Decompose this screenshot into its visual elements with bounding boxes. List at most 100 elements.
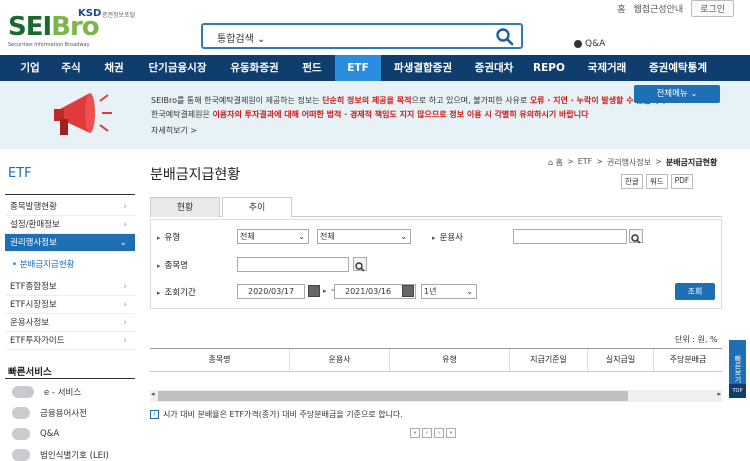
breadcrumb-home[interactable]: ⌂ 홈 bbox=[548, 157, 563, 168]
type-select-2[interactable]: 전체 ⌄ bbox=[317, 229, 411, 244]
nav-item-stock[interactable]: 주식 bbox=[49, 55, 93, 81]
col-type[interactable]: 유형 bbox=[390, 349, 510, 371]
page-first-button[interactable]: « bbox=[410, 428, 420, 438]
type-select-1[interactable]: 전체 ⌄ bbox=[237, 229, 309, 244]
search-category-select[interactable]: 통합검색 ⌄ bbox=[217, 30, 265, 45]
breadcrumb: ⌂ 홈 > ETF > 권리행사정보 > 분배금지급현황 bbox=[548, 157, 718, 168]
logo-tagline: Securities Information Broadway bbox=[8, 42, 90, 48]
ksd-label: KSD bbox=[78, 8, 102, 19]
date-from-input[interactable]: 2020/03/17 bbox=[237, 284, 305, 299]
page-next-button[interactable]: › bbox=[434, 428, 444, 438]
nav-item-lending[interactable]: 증권대차 bbox=[465, 55, 523, 81]
nav-item-derivative[interactable]: 파생결합증권 bbox=[381, 55, 465, 81]
sidebar-divider bbox=[5, 194, 135, 195]
tab-status[interactable]: 현황 bbox=[150, 197, 220, 217]
period-select[interactable]: 1년 ⌄ bbox=[421, 284, 477, 299]
login-button[interactable]: 로그인 bbox=[691, 0, 734, 17]
more-link[interactable]: 자세히보기 > bbox=[151, 125, 197, 136]
quick-eservice[interactable]: e - 서비스 bbox=[12, 383, 132, 401]
nav-item-money-market[interactable]: 단기금융시장 bbox=[135, 55, 220, 81]
sidebar-item-market[interactable]: ETF시장정보 › bbox=[5, 296, 135, 314]
export-hwp-button[interactable]: 한글 bbox=[621, 174, 643, 189]
nav-item-international[interactable]: 국제거래 bbox=[575, 55, 639, 81]
chevron-right-icon: › bbox=[123, 202, 127, 212]
ksd-subtitle: 증권정보포털 bbox=[102, 12, 136, 19]
col-record-date[interactable]: 지급기준일 bbox=[510, 349, 588, 371]
chevron-right-icon: › bbox=[123, 220, 127, 230]
quick-qna[interactable]: Q&A bbox=[12, 425, 132, 443]
qna-link[interactable]: Q&A bbox=[574, 39, 605, 49]
quick-service-title: 빠른서비스 bbox=[8, 367, 52, 378]
nav-item-etf[interactable]: ETF bbox=[335, 55, 381, 81]
chevron-down-icon: ⌄ bbox=[466, 287, 473, 296]
nav-item-statistics[interactable]: 증권예탁통계 bbox=[639, 55, 717, 81]
nav-item-bond[interactable]: 채권 bbox=[93, 55, 135, 81]
item-label: 종목명 bbox=[157, 259, 188, 271]
nav-item-abs[interactable]: 유동화증권 bbox=[220, 55, 289, 81]
info-note: ! 시가 대비 분배율은 ETF가격(종가) 대비 주당분배금을 기준으로 합니… bbox=[150, 409, 403, 420]
export-word-button[interactable]: 워드 bbox=[645, 174, 668, 189]
notice-banner: SEIBro를 통해 한국예탁결제원이 제공하는 정보는 단순히 정보의 제공을… bbox=[0, 81, 750, 149]
tab-bar: 현황 추이 bbox=[150, 197, 722, 217]
col-manager[interactable]: 운용사 bbox=[290, 349, 390, 371]
accessibility-link[interactable]: 웹접근성안내 bbox=[633, 2, 683, 15]
nav-item-fund[interactable]: 펀드 bbox=[289, 55, 335, 81]
main-nav: 기업 주식 채권 단기금융시장 유동화증권 펀드 ETF 파생결합증권 증권대차… bbox=[0, 55, 750, 81]
sidebar-item-issuance[interactable]: 종목발행현황 › bbox=[5, 198, 135, 216]
quick-divider bbox=[5, 378, 135, 379]
sidebar-subitem-distribution[interactable]: • 분배금지급현황 bbox=[12, 258, 74, 270]
lei-icon bbox=[12, 449, 30, 461]
all-menu-button[interactable]: 전체메뉴 ⌄ bbox=[634, 85, 720, 103]
breadcrumb-rights[interactable]: 권리행사정보 bbox=[607, 157, 651, 168]
period-label: 조회기간 bbox=[157, 286, 196, 298]
filter-panel: 유형 전체⌄ 전체⌄ 운용사 종목명 조회기간 2020/03/17 ~ 202… bbox=[150, 219, 722, 309]
item-search-button[interactable] bbox=[353, 257, 367, 272]
chevron-down-icon: ⌄ bbox=[400, 232, 407, 241]
sidebar-item-guide[interactable]: ETF투자가이드 › bbox=[5, 332, 135, 350]
banner-line-2: 한국예탁결제원은 이용자의 투자결과에 대해 어떠한 법적 · 경제적 책임도 … bbox=[151, 110, 589, 119]
sidebar-item-creation[interactable]: 설정/환매정보 › bbox=[5, 216, 135, 234]
search-icon[interactable] bbox=[495, 27, 515, 47]
seibro-logo[interactable]: SEIBro KSD 증권정보포털 Securities Information… bbox=[8, 6, 178, 50]
chevron-down-icon: ⌄ bbox=[119, 238, 127, 248]
quick-dictionary[interactable]: 금융용어사전 bbox=[12, 404, 132, 422]
search-button[interactable]: 조회 bbox=[675, 283, 715, 300]
search-icon bbox=[631, 234, 641, 244]
home-link[interactable]: 홈 bbox=[617, 2, 625, 15]
horizontal-scrollbar[interactable]: ◂ ▸ bbox=[150, 390, 722, 402]
top-links: 홈 웹접근성안내 로그인 bbox=[617, 0, 734, 17]
scroll-thumb[interactable] bbox=[158, 391, 628, 401]
page-prev-button[interactable]: ‹ bbox=[422, 428, 432, 438]
chevron-right-icon: › bbox=[123, 318, 127, 328]
top-button[interactable]: TOP bbox=[729, 384, 746, 398]
chevron-right-icon: › bbox=[123, 282, 127, 292]
nav-item-repo[interactable]: REPO bbox=[523, 55, 575, 81]
scroll-left-icon[interactable]: ◂ bbox=[151, 390, 155, 398]
tab-trend[interactable]: 추이 bbox=[222, 197, 292, 217]
page-last-button[interactable]: » bbox=[446, 428, 456, 438]
nav-item-company[interactable]: 기업 bbox=[11, 55, 49, 81]
export-pdf-button[interactable]: PDF bbox=[670, 174, 694, 189]
item-name-input[interactable] bbox=[237, 257, 349, 272]
calendar-icon[interactable] bbox=[308, 285, 320, 297]
manager-label: 운용사 bbox=[432, 231, 463, 243]
search-icon bbox=[355, 262, 365, 272]
sidebar-item-etf-info[interactable]: ETF종합정보 › bbox=[5, 278, 135, 296]
scroll-right-icon[interactable]: ▸ bbox=[717, 390, 721, 398]
manager-input[interactable] bbox=[513, 229, 627, 244]
calendar-icon[interactable] bbox=[402, 285, 414, 297]
eservice-icon bbox=[12, 386, 34, 398]
col-payment-date[interactable]: 실지급일 bbox=[588, 349, 654, 371]
chat-icon bbox=[12, 428, 30, 440]
sidebar-item-rights[interactable]: 권리행사정보 ⌄ bbox=[5, 234, 135, 252]
chevron-right-icon: › bbox=[123, 336, 127, 346]
sidebar-item-manager[interactable]: 운용사정보 › bbox=[5, 314, 135, 332]
quick-lei[interactable]: 법인식별기호 (LEI) bbox=[12, 446, 132, 461]
col-item-name[interactable]: 종목명 bbox=[150, 349, 290, 371]
col-dividend-per-share[interactable]: 주당분배금 bbox=[654, 349, 722, 371]
megaphone-icon bbox=[54, 93, 112, 135]
dictionary-icon bbox=[12, 407, 30, 419]
manager-search-button[interactable] bbox=[629, 229, 643, 244]
search-bar[interactable]: 통합검색 ⌄ bbox=[201, 23, 523, 49]
breadcrumb-etf[interactable]: ETF bbox=[578, 157, 593, 168]
